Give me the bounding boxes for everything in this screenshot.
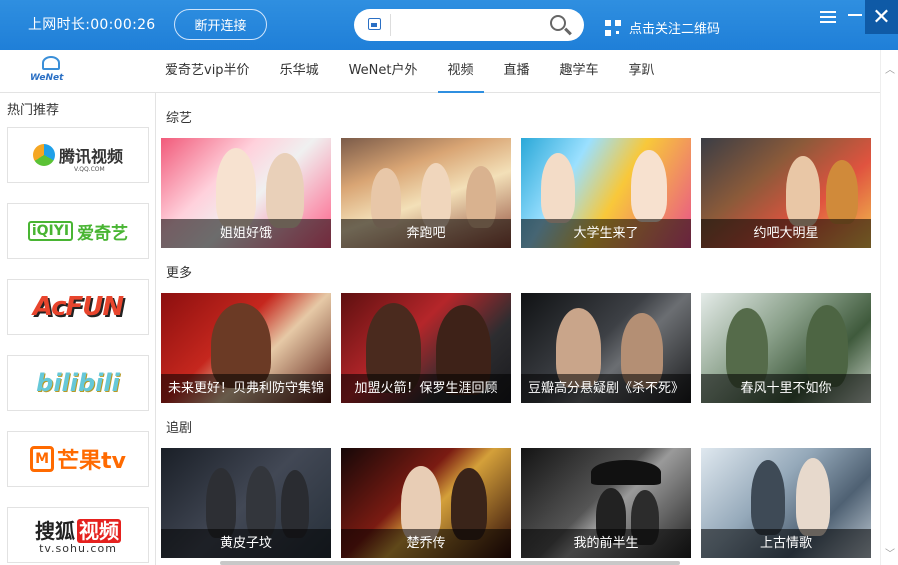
video-title: 豆瓣高分悬疑剧《杀不死》 xyxy=(521,374,691,403)
online-time-value: 00:00:26 xyxy=(90,17,156,33)
title-bar: 上网时长:00:00:26 断开连接 点击关注二维码 ✕ xyxy=(0,0,898,50)
wenet-logo[interactable]: WeNet xyxy=(30,56,72,88)
search-icon[interactable] xyxy=(550,15,566,31)
video-title: 姐姐好饿 xyxy=(161,219,331,248)
sohu-label: 搜狐 xyxy=(35,519,75,543)
sohu-video-url: tv.sohu.com xyxy=(39,542,117,555)
tab-xiangpa[interactable]: 享趴 xyxy=(619,50,665,92)
video-content: 综艺 姐姐好饿 奔跑吧 大学生来了 约吧大明星 更多 未来更好！贝弗利防守集锦 … xyxy=(157,94,880,565)
minimize-icon xyxy=(848,14,862,16)
online-time-label: 上网时长: xyxy=(28,17,91,33)
scroll-down-icon[interactable]: ﹀ xyxy=(885,550,895,560)
section-title-variety: 综艺 xyxy=(166,111,193,126)
tencent-video-icon xyxy=(32,144,55,166)
video-title: 奔跑吧 xyxy=(341,219,511,248)
tab-driving-school[interactable]: 趣学车 xyxy=(550,50,609,92)
video-title: 加盟火箭！保罗生涯回顾 xyxy=(341,374,511,403)
sohu-video-title: 搜狐 视频 xyxy=(35,515,121,544)
video-card[interactable]: 豆瓣高分悬疑剧《杀不死》 xyxy=(521,293,691,403)
video-card[interactable]: 大学生来了 xyxy=(521,138,691,248)
video-title: 黄皮子坟 xyxy=(161,529,331,558)
section-title-more: 更多 xyxy=(166,266,193,281)
disconnect-button[interactable]: 断开连接 xyxy=(174,9,267,40)
section-title-series: 追剧 xyxy=(166,421,193,436)
video-card[interactable]: 我的前半生 xyxy=(521,448,691,558)
iqiyi-link[interactable]: iQIYI 爱奇艺 xyxy=(7,203,149,259)
top-nav: WeNet 爱奇艺vip半价 乐华城 WeNet户外 视频 直播 趣学车 享趴 xyxy=(0,50,880,93)
acfun-label: AcFUN xyxy=(32,292,124,322)
acfun-link[interactable]: AcFUN xyxy=(7,279,149,335)
bilibili-label: bilibili xyxy=(36,369,120,397)
mgtv-logo-mark: M xyxy=(30,446,55,472)
scroll-up-icon[interactable]: ︿ xyxy=(885,66,895,76)
online-time: 上网时长:00:00:26 xyxy=(28,14,156,34)
tencent-video-label: 腾讯视频 xyxy=(58,147,123,166)
video-card[interactable]: 约吧大明星 xyxy=(701,138,871,248)
app-window: 上网时长:00:00:26 断开连接 点击关注二维码 ✕ WeNet 爱奇艺vi… xyxy=(0,0,898,565)
video-title: 未来更好！贝弗利防守集锦 xyxy=(161,374,331,403)
iqiyi-label: 爱奇艺 xyxy=(77,223,129,244)
video-title: 楚乔传 xyxy=(341,529,511,558)
video-card[interactable]: 春风十里不如你 xyxy=(701,293,871,403)
video-title: 约吧大明星 xyxy=(701,219,871,248)
search-input[interactable] xyxy=(396,13,536,37)
wifi-icon xyxy=(42,56,60,70)
tab-wenet-outdoor[interactable]: WeNet户外 xyxy=(339,50,428,92)
hot-recommend-sidebar: 热门推荐 腾讯视频 V.QQ.COM iQIYI 爱奇艺 AcFUN bilib… xyxy=(0,93,156,565)
sohu-video-link[interactable]: 搜狐 视频 tv.sohu.com xyxy=(7,507,149,563)
tencent-video-link[interactable]: 腾讯视频 V.QQ.COM xyxy=(7,127,149,183)
bilibili-link[interactable]: bilibili xyxy=(7,355,149,411)
nav-tabs: 爱奇艺vip半价 乐华城 WeNet户外 视频 直播 趣学车 享趴 xyxy=(155,50,675,93)
qr-follow-link[interactable]: 点击关注二维码 xyxy=(605,18,720,37)
video-card[interactable]: 楚乔传 xyxy=(341,448,511,558)
mgtv-link[interactable]: M 芒果tv xyxy=(7,431,149,487)
video-card[interactable]: 黄皮子坟 xyxy=(161,448,331,558)
video-title: 上古情歌 xyxy=(701,529,871,558)
tab-live[interactable]: 直播 xyxy=(494,50,540,92)
tencent-video-url: V.QQ.COM xyxy=(74,166,105,173)
hamburger-icon xyxy=(820,16,836,18)
sohu-video-mark: 视频 xyxy=(77,519,121,543)
video-card[interactable]: 上古情歌 xyxy=(701,448,871,558)
close-button[interactable]: ✕ xyxy=(865,0,898,34)
sidebar-title: 热门推荐 xyxy=(7,103,60,118)
qr-follow-label: 点击关注二维码 xyxy=(629,22,721,37)
mgtv-label: 芒果tv xyxy=(57,449,126,474)
video-title: 大学生来了 xyxy=(521,219,691,248)
video-card[interactable]: 奔跑吧 xyxy=(341,138,511,248)
logo-text: WeNet xyxy=(30,73,64,83)
image-search-icon[interactable] xyxy=(368,18,381,30)
menu-button[interactable] xyxy=(815,0,841,34)
search-divider xyxy=(390,14,391,36)
video-title: 我的前半生 xyxy=(521,529,691,558)
video-card[interactable]: 未来更好！贝弗利防守集锦 xyxy=(161,293,331,403)
tab-video[interactable]: 视频 xyxy=(437,50,484,93)
video-card[interactable]: 加盟火箭！保罗生涯回顾 xyxy=(341,293,511,403)
vertical-scrollbar[interactable]: ︿ ﹀ xyxy=(880,50,898,565)
search-box xyxy=(354,9,584,41)
video-title: 春风十里不如你 xyxy=(701,374,871,403)
minimize-button[interactable] xyxy=(843,0,867,34)
qr-code-icon xyxy=(605,19,621,36)
horizontal-scrollbar-thumb[interactable] xyxy=(220,561,680,565)
video-card[interactable]: 姐姐好饿 xyxy=(161,138,331,248)
iqiyi-logo-mark: iQIYI xyxy=(27,221,74,241)
tab-iqiyi-vip[interactable]: 爱奇艺vip半价 xyxy=(155,50,260,92)
tab-lehuacheng[interactable]: 乐华城 xyxy=(270,50,329,92)
